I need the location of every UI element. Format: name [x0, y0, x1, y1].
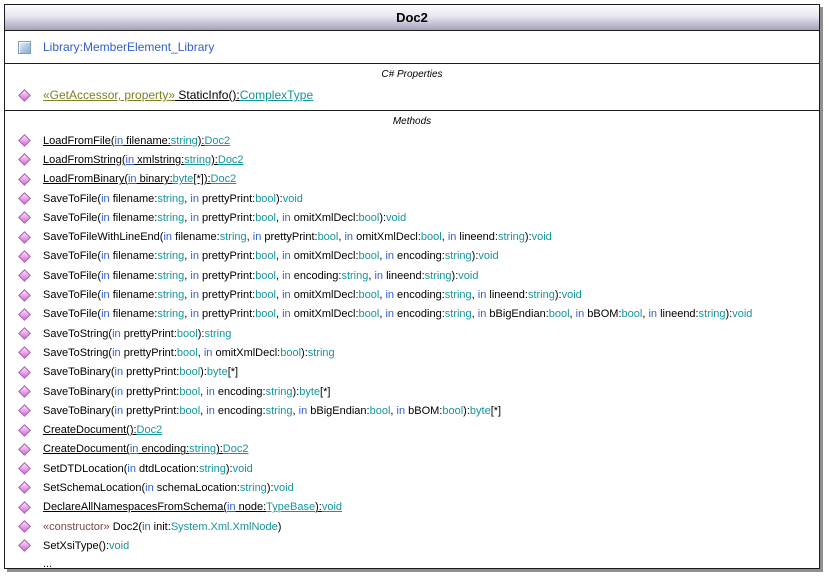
method-row[interactable]: DeclareAllNamespacesFromSchema(in node:T…	[5, 498, 819, 517]
class-title-bar[interactable]: Doc2	[5, 5, 819, 31]
member-signature: SaveToFileWithLineEnd(in filename:string…	[43, 231, 552, 243]
operation-diamond-icon	[18, 192, 31, 205]
method-row[interactable]: SetSchemaLocation(in schemaLocation:stri…	[5, 478, 819, 497]
method-row[interactable]: SaveToFile(in filename:string, in pretty…	[5, 285, 819, 304]
method-row[interactable]: LoadFromFile(in filename:string):Doc2	[5, 131, 819, 150]
methods-compartment[interactable]: Methods LoadFromFile(in filename:string)…	[5, 111, 819, 569]
uml-class-box-doc2[interactable]: Doc2 Library:MemberElement_Library C# Pr…	[4, 4, 820, 569]
operation-diamond-icon	[18, 327, 31, 340]
operation-diamond-icon	[18, 481, 31, 494]
member-signature: «constructor» Doc2(in init:System.Xml.Xm…	[43, 521, 281, 533]
method-row[interactable]: CreateDocument():Doc2	[5, 420, 819, 439]
operation-diamond-icon	[18, 366, 31, 379]
operation-diamond-icon	[18, 134, 31, 147]
member-signature: SaveToFile(in filename:string, in pretty…	[43, 250, 499, 262]
operation-diamond-icon	[18, 385, 31, 398]
method-row[interactable]: SaveToFile(in filename:string, in pretty…	[5, 266, 819, 285]
method-row[interactable]: SaveToString(in prettyPrint:bool, in omi…	[5, 343, 819, 362]
member-signature: SetSchemaLocation(in schemaLocation:stri…	[43, 482, 294, 494]
properties-compartment[interactable]: C# Properties «GetAccessor, property» St…	[5, 64, 819, 111]
method-row[interactable]: SaveToBinary(in prettyPrint:bool, in enc…	[5, 382, 819, 401]
method-row[interactable]: SaveToFile(in filename:string, in pretty…	[5, 305, 819, 324]
member-signature: CreateDocument(in encoding:string):Doc2	[43, 443, 248, 455]
operation-diamond-icon	[18, 173, 31, 186]
method-row[interactable]: SetDTDLocation(in dtdLocation:string):vo…	[5, 459, 819, 478]
member-signature: SaveToBinary(in prettyPrint:bool, in enc…	[43, 405, 501, 417]
method-row[interactable]: SaveToFile(in filename:string, in pretty…	[5, 189, 819, 208]
member-signature: ...	[43, 558, 52, 569]
method-row[interactable]: SetXsiType():void	[5, 536, 819, 555]
operation-diamond-icon	[18, 269, 31, 282]
operation-diamond-icon	[18, 462, 31, 475]
methods-section-label: Methods	[5, 111, 819, 131]
operation-diamond-icon	[18, 308, 31, 321]
library-reference-link[interactable]: Library:MemberElement_Library	[43, 40, 214, 54]
property-row[interactable]: «GetAccessor, property» StaticInfo():Com…	[5, 84, 819, 106]
member-signature: LoadFromBinary(in binary:byte[*]):Doc2	[43, 173, 236, 185]
member-signature: LoadFromFile(in filename:string):Doc2	[43, 135, 230, 147]
operation-diamond-icon	[18, 211, 31, 224]
method-row[interactable]: SaveToString(in prettyPrint:bool):string	[5, 324, 819, 343]
operation-diamond-icon	[18, 539, 31, 552]
method-row[interactable]: LoadFromBinary(in binary:byte[*]):Doc2	[5, 170, 819, 189]
operation-diamond-icon	[18, 250, 31, 263]
member-signature: SetDTDLocation(in dtdLocation:string):vo…	[43, 463, 253, 475]
member-signature: SaveToString(in prettyPrint:bool, in omi…	[43, 347, 335, 359]
operation-diamond-icon	[18, 89, 31, 102]
member-signature: SaveToFile(in filename:string, in pretty…	[43, 308, 752, 320]
method-row[interactable]: SaveToFile(in filename:string, in pretty…	[5, 208, 819, 227]
member-signature: SetXsiType():void	[43, 540, 129, 552]
operation-diamond-icon	[18, 404, 31, 417]
method-row[interactable]: SaveToFileWithLineEnd(in filename:string…	[5, 227, 819, 246]
method-row[interactable]: SaveToBinary(in prettyPrint:bool):byte[*…	[5, 363, 819, 382]
operation-diamond-icon	[18, 231, 31, 244]
member-signature: SaveToFile(in filename:string, in pretty…	[43, 289, 582, 301]
operation-diamond-icon	[18, 153, 31, 166]
operation-diamond-icon	[18, 520, 31, 533]
method-row[interactable]: LoadFromString(in xmlstring:string):Doc2	[5, 150, 819, 169]
properties-rows: «GetAccessor, property» StaticInfo():Com…	[5, 84, 819, 106]
member-signature: SaveToFile(in filename:string, in pretty…	[43, 212, 406, 224]
constructor-row[interactable]: «constructor» Doc2(in init:System.Xml.Xm…	[5, 517, 819, 536]
member-signature: DeclareAllNamespacesFromSchema(in node:T…	[43, 501, 342, 513]
method-row[interactable]: SaveToFile(in filename:string, in pretty…	[5, 247, 819, 266]
class-title: Doc2	[396, 10, 428, 25]
member-signature: SaveToString(in prettyPrint:bool):string	[43, 328, 231, 340]
member-signature: SaveToBinary(in prettyPrint:bool, in enc…	[43, 386, 330, 398]
ellipsis-row[interactable]: ...	[5, 556, 819, 569]
member-signature: SaveToFile(in filename:string, in pretty…	[43, 193, 303, 205]
member-signature: LoadFromString(in xmlstring:string):Doc2	[43, 154, 244, 166]
method-row[interactable]: CreateDocument(in encoding:string):Doc2	[5, 440, 819, 459]
methods-rows: LoadFromFile(in filename:string):Doc2 Loa…	[5, 131, 819, 569]
operation-diamond-icon	[18, 346, 31, 359]
member-signature: SaveToFile(in filename:string, in pretty…	[43, 270, 478, 282]
operation-diamond-icon	[18, 443, 31, 456]
member-signature: CreateDocument():Doc2	[43, 424, 162, 436]
method-row[interactable]: SaveToBinary(in prettyPrint:bool, in enc…	[5, 401, 819, 420]
operation-diamond-icon	[18, 501, 31, 514]
operation-diamond-icon	[18, 289, 31, 302]
member-signature: «GetAccessor, property» StaticInfo():Com…	[43, 88, 313, 102]
member-signature: SaveToBinary(in prettyPrint:bool):byte[*…	[43, 366, 238, 378]
properties-section-label: C# Properties	[5, 64, 819, 84]
operation-diamond-icon	[18, 424, 31, 437]
library-compartment[interactable]: Library:MemberElement_Library	[5, 31, 819, 64]
package-icon	[18, 41, 31, 54]
